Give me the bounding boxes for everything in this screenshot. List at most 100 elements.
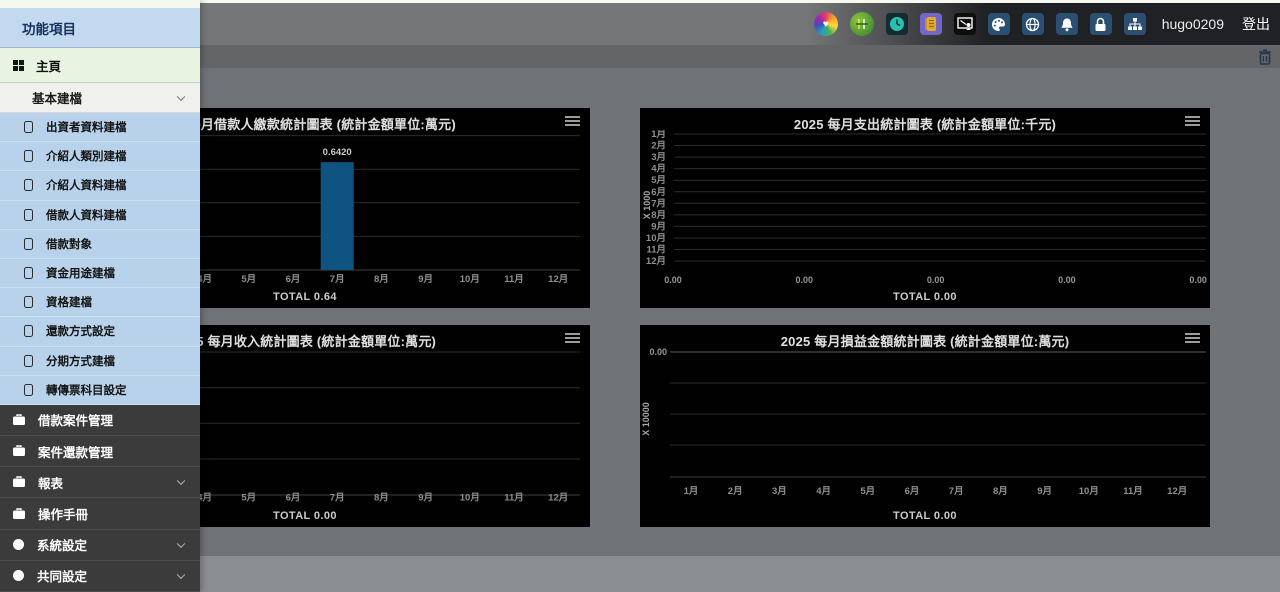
globe-icon[interactable] xyxy=(1022,13,1044,35)
sidebar-item-case-repayment-management[interactable]: 案件還款管理 xyxy=(0,436,200,467)
svg-text:2月: 2月 xyxy=(651,141,666,152)
svg-text:6月: 6月 xyxy=(651,187,666,198)
sphere-icon xyxy=(12,538,25,551)
svg-text:3月: 3月 xyxy=(651,152,666,163)
username-label: hugo0209 xyxy=(1162,16,1224,32)
lock-icon[interactable] xyxy=(1090,13,1112,35)
sidebar-item-label: 出資者資料建檔 xyxy=(46,119,127,135)
sidebar-item-referrer-category[interactable]: 介紹人類別建檔 xyxy=(0,142,200,171)
colorful-app-icon[interactable]: ♥ xyxy=(814,12,838,36)
briefcase-icon xyxy=(12,508,26,520)
chart-total-label: TOTAL 0.00 xyxy=(640,510,1210,522)
bell-icon[interactable] xyxy=(1056,13,1078,35)
sidebar-item-borrower-data[interactable]: 借款人資料建檔 xyxy=(0,201,200,230)
svg-text:9月: 9月 xyxy=(418,493,433,504)
sphere-icon xyxy=(12,569,25,582)
sidebar-item-label: 借款對象 xyxy=(46,236,92,252)
heart-glyph: ♥ xyxy=(823,19,829,30)
form-icon xyxy=(24,355,33,367)
svg-text:7月: 7月 xyxy=(651,198,666,209)
svg-text:11月: 11月 xyxy=(646,245,666,256)
sidebar-item-common-settings[interactable]: 共同設定 xyxy=(0,561,200,592)
svg-text:X 10000: X 10000 xyxy=(641,402,651,436)
svg-text:12月: 12月 xyxy=(646,256,666,267)
sidebar-top-cap xyxy=(0,0,200,8)
svg-text:0.00: 0.00 xyxy=(1058,275,1076,285)
svg-text:12月: 12月 xyxy=(548,493,568,504)
svg-text:6月: 6月 xyxy=(286,274,301,285)
form-icon xyxy=(24,121,33,133)
trash-icon[interactable] xyxy=(1258,49,1272,65)
form-icon xyxy=(24,209,33,221)
sidebar-title: 功能項目 xyxy=(0,8,200,48)
form-icon xyxy=(24,150,33,162)
sidebar-item-label: 介紹人資料建檔 xyxy=(46,177,127,193)
sidebar-item-label: 借款人資料建檔 xyxy=(46,207,127,223)
svg-text:5月: 5月 xyxy=(860,486,875,497)
sidebar-item-reports[interactable]: 報表 xyxy=(0,467,200,498)
svg-text:5月: 5月 xyxy=(241,493,256,504)
chart-menu-icon[interactable] xyxy=(1185,333,1200,345)
chart-menu-icon[interactable] xyxy=(565,116,580,128)
chart-panel-profit-loss: 2025 每月損益金額統計圖表 (統計金額單位:萬元) 0.001月2月3月4月… xyxy=(640,325,1210,527)
sidebar-item-installment-method[interactable]: 分期方式建檔 xyxy=(0,347,200,376)
sidebar-item-loan-target[interactable]: 借款對象 xyxy=(0,230,200,259)
svg-text:11月: 11月 xyxy=(1123,486,1143,497)
chart-total-label: TOTAL 0.00 xyxy=(640,291,1210,303)
sidebar-item-investor-data[interactable]: 出資者資料建檔 xyxy=(0,113,200,142)
sidebar-item-label: 主頁 xyxy=(36,56,61,75)
svg-text:0.00: 0.00 xyxy=(1189,275,1207,285)
sidebar-item-referrer-data[interactable]: 介紹人資料建檔 xyxy=(0,171,200,200)
sidebar-group-basic-setup[interactable]: 基本建檔 xyxy=(0,83,200,113)
sidebar-item-label: 報表 xyxy=(38,473,63,492)
sidebar-item-label: 轉傳票科目設定 xyxy=(46,382,127,398)
svg-text:1月: 1月 xyxy=(651,130,666,140)
sidebar-item-manual[interactable]: 操作手冊 xyxy=(0,498,200,529)
svg-text:8月: 8月 xyxy=(374,274,389,285)
svg-text:5月: 5月 xyxy=(241,274,256,285)
svg-text:3月: 3月 xyxy=(772,486,787,497)
logout-button[interactable]: 登出 xyxy=(1242,14,1270,34)
svg-text:8月: 8月 xyxy=(651,210,666,221)
sidebar-item-voucher-subject[interactable]: 轉傳票科目設定 xyxy=(0,376,200,405)
chevron-down-icon xyxy=(177,92,185,100)
svg-text:9月: 9月 xyxy=(1037,486,1052,497)
sidebar-item-fund-usage[interactable]: 資金用途建檔 xyxy=(0,259,200,288)
sidebar-item-label: 分期方式建檔 xyxy=(46,353,115,369)
svg-text:4月: 4月 xyxy=(651,164,666,175)
green-app-icon[interactable] xyxy=(850,12,874,36)
form-icon xyxy=(24,267,33,279)
sidebar: 功能項目 主頁 基本建檔 出資者資料建檔 介紹人類別建檔 介紹人資料建檔 借款人… xyxy=(0,0,200,592)
sidebar-item-home[interactable]: 主頁 xyxy=(0,48,200,83)
sidebar-item-qualification[interactable]: 資格建檔 xyxy=(0,288,200,317)
chart-menu-icon[interactable] xyxy=(565,333,580,345)
sidebar-item-system-settings[interactable]: 系統設定 xyxy=(0,530,200,561)
topbar-icons: ♥ xyxy=(814,12,1146,36)
scroll-icon[interactable] xyxy=(920,13,942,35)
svg-text:1月: 1月 xyxy=(684,486,699,497)
palette-icon[interactable] xyxy=(988,13,1010,35)
clock-icon[interactable] xyxy=(886,13,908,35)
presentation-icon[interactable] xyxy=(954,13,976,35)
sidebar-item-label: 借款案件管理 xyxy=(38,410,113,429)
sitemap-icon[interactable] xyxy=(1124,13,1146,35)
svg-text:12月: 12月 xyxy=(1167,486,1187,497)
svg-text:0.00: 0.00 xyxy=(796,275,814,285)
sidebar-item-label: 資金用途建檔 xyxy=(46,265,115,281)
svg-text:4月: 4月 xyxy=(816,486,831,497)
profit-loss-chart: 0.001月2月3月4月5月6月7月8月9月10月11月12月X 10000 xyxy=(640,347,1210,509)
grid-icon xyxy=(13,60,24,71)
chart-menu-icon[interactable] xyxy=(1185,116,1200,128)
svg-text:9月: 9月 xyxy=(651,221,666,232)
svg-text:6月: 6月 xyxy=(286,493,301,504)
sidebar-item-loan-case-management[interactable]: 借款案件管理 xyxy=(0,405,200,436)
chart-panel-expenses: 2025 每月支出統計圖表 (統計金額單位:千元) 1月2月3月4月5月6月7月… xyxy=(640,108,1210,308)
svg-text:12月: 12月 xyxy=(548,274,568,285)
sidebar-item-label: 系統設定 xyxy=(37,535,87,554)
svg-text:0.00: 0.00 xyxy=(927,275,945,285)
svg-text:11月: 11月 xyxy=(504,274,524,285)
sidebar-item-repayment-method[interactable]: 還款方式設定 xyxy=(0,317,200,346)
sidebar-item-label: 資格建檔 xyxy=(46,294,92,310)
briefcase-icon xyxy=(12,476,26,488)
expenses-chart: 1月2月3月4月5月6月7月8月9月10月11月12月0.000.000.000… xyxy=(640,130,1210,292)
